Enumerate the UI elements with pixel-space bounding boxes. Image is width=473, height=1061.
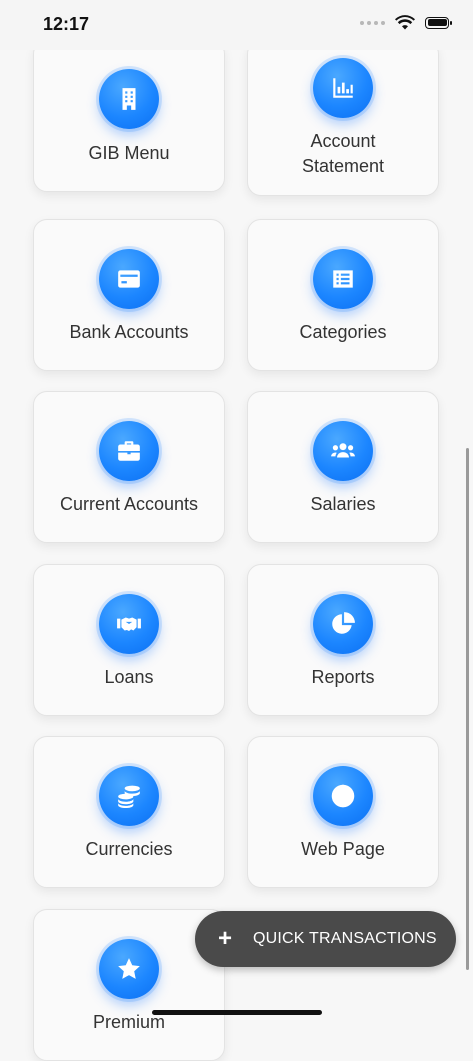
globe-icon bbox=[313, 766, 373, 826]
menu-card-label: Categories bbox=[299, 322, 387, 342]
plus-icon: + bbox=[217, 925, 232, 952]
signal-icon bbox=[360, 20, 385, 25]
menu-card-label: Salaries bbox=[310, 494, 376, 514]
menu-card-reports[interactable]: Reports bbox=[247, 564, 439, 716]
status-bar: 12:17 bbox=[0, 0, 473, 50]
quick-transactions-label: QUICK TRANSACTIONS bbox=[253, 930, 437, 947]
menu-card-label: Web Page bbox=[301, 839, 385, 859]
chart-icon bbox=[313, 58, 373, 118]
wifi-icon bbox=[395, 15, 415, 30]
quick-transactions-button[interactable]: + QUICK TRANSACTIONS bbox=[195, 911, 456, 967]
menu-card-currencies[interactable]: Currencies bbox=[33, 736, 225, 888]
building-icon bbox=[99, 69, 159, 129]
pie-chart-icon bbox=[313, 594, 373, 654]
star-icon bbox=[99, 939, 159, 999]
menu-card-gib-menu[interactable]: GIB Menu bbox=[33, 40, 225, 192]
credit-card-icon bbox=[99, 249, 159, 309]
menu-card-web-page[interactable]: Web Page bbox=[247, 736, 439, 888]
status-icons bbox=[360, 15, 452, 30]
menu-card-label: Loans bbox=[104, 667, 154, 687]
battery-icon bbox=[425, 16, 452, 29]
handshake-icon bbox=[99, 594, 159, 654]
scrollbar[interactable] bbox=[466, 448, 469, 970]
menu-card-categories[interactable]: Categories bbox=[247, 219, 439, 371]
menu-card-bank-accounts[interactable]: Bank Accounts bbox=[33, 219, 225, 371]
menu-card-label: Account Statement bbox=[301, 131, 385, 176]
list-icon bbox=[313, 249, 373, 309]
coins-icon bbox=[99, 766, 159, 826]
briefcase-icon bbox=[99, 421, 159, 481]
menu-card-current-accounts[interactable]: Current Accounts bbox=[33, 391, 225, 543]
menu-card-label: Currencies bbox=[85, 839, 173, 859]
menu-card-label: GIB Menu bbox=[88, 143, 170, 163]
menu-card-label: Reports bbox=[311, 667, 375, 687]
menu-card-label: Current Accounts bbox=[59, 494, 199, 514]
users-icon bbox=[313, 421, 373, 481]
status-time: 12:17 bbox=[43, 14, 90, 34]
menu-card-account-statement[interactable]: Account Statement bbox=[247, 40, 439, 196]
menu-card-label: Bank Accounts bbox=[69, 322, 189, 342]
menu-card-loans[interactable]: Loans bbox=[33, 564, 225, 716]
home-indicator[interactable] bbox=[152, 1010, 322, 1015]
menu-card-salaries[interactable]: Salaries bbox=[247, 391, 439, 543]
